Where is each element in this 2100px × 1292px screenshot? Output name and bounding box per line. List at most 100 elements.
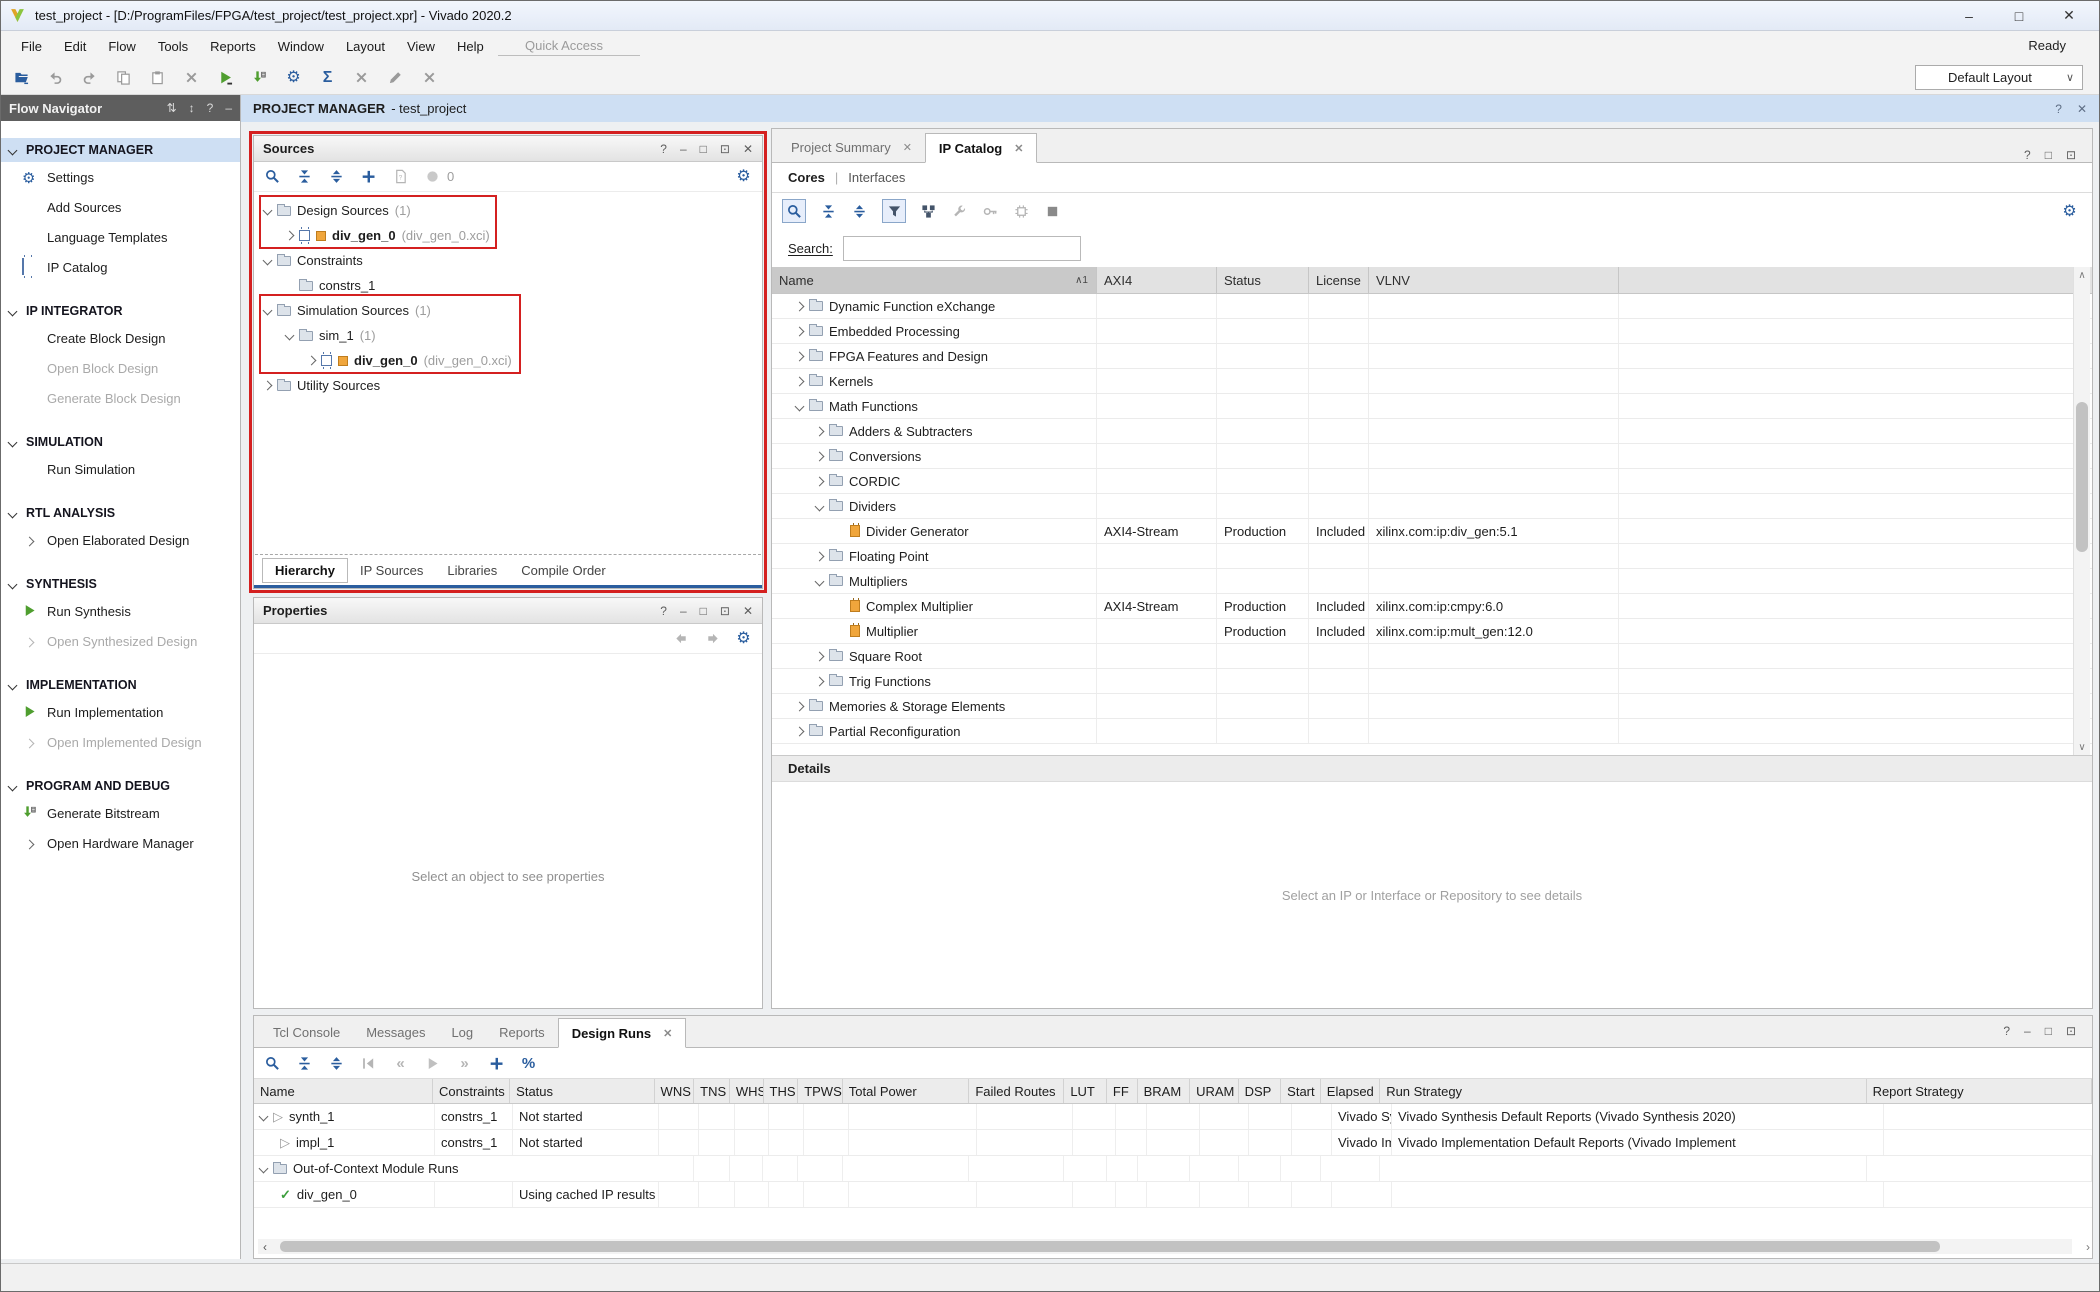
percent-icon[interactable]: %	[520, 1055, 537, 1072]
chevron-down-icon[interactable]	[263, 256, 273, 266]
settings-gear-icon[interactable]: ⚙	[285, 69, 302, 86]
gear-icon[interactable]: ⚙	[2061, 203, 2078, 220]
subtab-cores[interactable]: Cores	[788, 170, 825, 185]
ip-table-row[interactable]: Partial Reconfiguration	[772, 719, 2092, 744]
flow-section-header-6[interactable]: PROGRAM AND DEBUG	[1, 774, 240, 798]
source-tree-item[interactable]: Design Sources(1)	[254, 198, 762, 223]
menu-reports[interactable]: Reports	[199, 35, 267, 58]
ip-table-row[interactable]: FPGA Features and Design	[772, 344, 2092, 369]
column-header-report-strategy[interactable]: Report Strategy	[1867, 1079, 2092, 1103]
key-icon[interactable]	[982, 203, 999, 220]
ip-table-row[interactable]: MultiplierProductionIncludedxilinx.com:i…	[772, 619, 2092, 644]
back-arrow-icon[interactable]	[673, 630, 690, 647]
chevron-right-icon[interactable]	[795, 701, 805, 711]
help-icon[interactable]: ?	[2055, 102, 2062, 116]
column-header-status[interactable]: Status	[1217, 267, 1309, 293]
column-header-status[interactable]: Status	[510, 1079, 654, 1103]
flow-item-run-implementation[interactable]: Run Implementation	[1, 697, 240, 727]
flow-section-header-1[interactable]: IP INTEGRATOR	[1, 299, 240, 323]
tab-reports[interactable]: Reports	[486, 1017, 558, 1047]
minimize-icon[interactable]: –	[2024, 1024, 2031, 1038]
flow-item-generate-block-design[interactable]: Generate Block Design	[1, 383, 240, 413]
minimize-icon[interactable]: –	[225, 101, 232, 115]
column-header-failed-routes[interactable]: Failed Routes	[969, 1079, 1064, 1103]
close-tab-icon[interactable]: ✕	[903, 141, 912, 154]
ip-search-input[interactable]	[843, 236, 1081, 261]
float-icon[interactable]: ⊡	[2066, 1024, 2076, 1038]
column-header-constraints[interactable]: Constraints	[433, 1079, 510, 1103]
tab-messages[interactable]: Messages	[353, 1017, 438, 1047]
help-icon[interactable]: ?	[660, 604, 667, 618]
float-icon[interactable]: ⊡	[720, 604, 730, 618]
chevron-down-icon[interactable]	[8, 145, 18, 155]
generate-bitstream-icon[interactable]	[251, 69, 268, 86]
wrench-icon[interactable]	[951, 203, 968, 220]
scroll-left-icon[interactable]: ‹	[258, 1240, 272, 1254]
menu-window[interactable]: Window	[267, 35, 335, 58]
flow-item-language-templates[interactable]: Language Templates	[1, 222, 240, 252]
chevron-down-icon[interactable]	[8, 306, 18, 316]
flow-section-header-5[interactable]: IMPLEMENTATION	[1, 673, 240, 697]
menu-file[interactable]: File	[10, 35, 53, 58]
flow-section-header-0[interactable]: PROJECT MANAGER	[1, 138, 240, 162]
column-header-wns[interactable]: WNS	[655, 1079, 695, 1103]
ip-table-row[interactable]: Divider GeneratorAXI4-StreamProductionIn…	[772, 519, 2092, 544]
chevron-right-icon[interactable]	[795, 351, 805, 361]
ip-table-row[interactable]: Floating Point	[772, 544, 2092, 569]
ip-table-row[interactable]: Conversions	[772, 444, 2092, 469]
ip-table-row[interactable]: Complex MultiplierAXI4-StreamProductionI…	[772, 594, 2092, 619]
search-icon[interactable]	[264, 168, 281, 185]
chevron-right-icon[interactable]	[795, 301, 805, 311]
chevron-down-icon[interactable]	[259, 1112, 269, 1122]
gear-icon[interactable]: ⚙	[735, 168, 752, 185]
sources-tab-compile-order[interactable]: Compile Order	[509, 559, 618, 582]
chevron-down-icon[interactable]	[815, 576, 825, 586]
column-header-ff[interactable]: FF	[1107, 1079, 1138, 1103]
vertical-scrollbar[interactable]: ∧ ∨	[2073, 267, 2090, 755]
chevron-right-icon[interactable]	[263, 381, 273, 391]
ip-table-row[interactable]: Multipliers	[772, 569, 2092, 594]
float-icon[interactable]: ⊡	[720, 142, 730, 156]
column-header-tpws[interactable]: TPWS	[798, 1079, 843, 1103]
close-tab-icon[interactable]: ✕	[663, 1027, 672, 1040]
expand-all-icon[interactable]	[328, 1055, 345, 1072]
edit-pencil-icon[interactable]	[387, 69, 404, 86]
report-sigma-icon[interactable]: Σ	[319, 69, 336, 86]
flow-item-open-hardware-manager[interactable]: Open Hardware Manager	[1, 828, 240, 858]
help-icon[interactable]: ?	[2003, 1024, 2010, 1038]
chevron-down-icon[interactable]	[8, 781, 18, 791]
scroll-right-icon[interactable]: ›	[2086, 1240, 2090, 1254]
column-header-start[interactable]: Start	[1281, 1079, 1321, 1103]
chevron-right-icon[interactable]	[307, 356, 317, 366]
flow-item-ip-catalog[interactable]: IP Catalog	[1, 252, 240, 282]
ip-table-row[interactable]: Dynamic Function eXchange	[772, 294, 2092, 319]
search-icon[interactable]	[264, 1055, 281, 1072]
menu-layout[interactable]: Layout	[335, 35, 396, 58]
filter-icon-button[interactable]	[882, 199, 906, 223]
flow-item-create-block-design[interactable]: Create Block Design	[1, 323, 240, 353]
column-header-name[interactable]: Name	[254, 1079, 433, 1103]
maximize-icon[interactable]: □	[2045, 148, 2052, 162]
ip-table-row[interactable]: Kernels	[772, 369, 2092, 394]
menu-flow[interactable]: Flow	[97, 35, 146, 58]
source-tree-item[interactable]: div_gen_0(div_gen_0.xci)	[254, 223, 762, 248]
source-tree-item[interactable]: Constraints	[254, 248, 762, 273]
flow-section-header-2[interactable]: SIMULATION	[1, 430, 240, 454]
ip-hierarchy-icon[interactable]	[920, 203, 937, 220]
flow-item-add-sources[interactable]: Add Sources	[1, 192, 240, 222]
source-tree-item[interactable]: sim_1(1)	[254, 323, 762, 348]
collapse-all-icon[interactable]	[296, 1055, 313, 1072]
ip-table-row[interactable]: CORDIC	[772, 469, 2092, 494]
chevron-right-icon[interactable]	[795, 726, 805, 736]
chevron-down-icon[interactable]	[795, 401, 805, 411]
chevron-right-icon[interactable]	[795, 376, 805, 386]
menu-view[interactable]: View	[396, 35, 446, 58]
design-run-row[interactable]: ▷synth_1constrs_1Not startedVivado Synth…	[254, 1104, 2092, 1130]
add-run-icon[interactable]	[488, 1055, 505, 1072]
chevron-down-icon[interactable]	[8, 579, 18, 589]
gear-icon[interactable]: ⚙	[735, 630, 752, 647]
flow-item-open-block-design[interactable]: Open Block Design	[1, 353, 240, 383]
step-back-icon[interactable]: «	[392, 1055, 409, 1072]
first-run-icon[interactable]	[360, 1055, 377, 1072]
column-header-tns[interactable]: TNS	[694, 1079, 730, 1103]
